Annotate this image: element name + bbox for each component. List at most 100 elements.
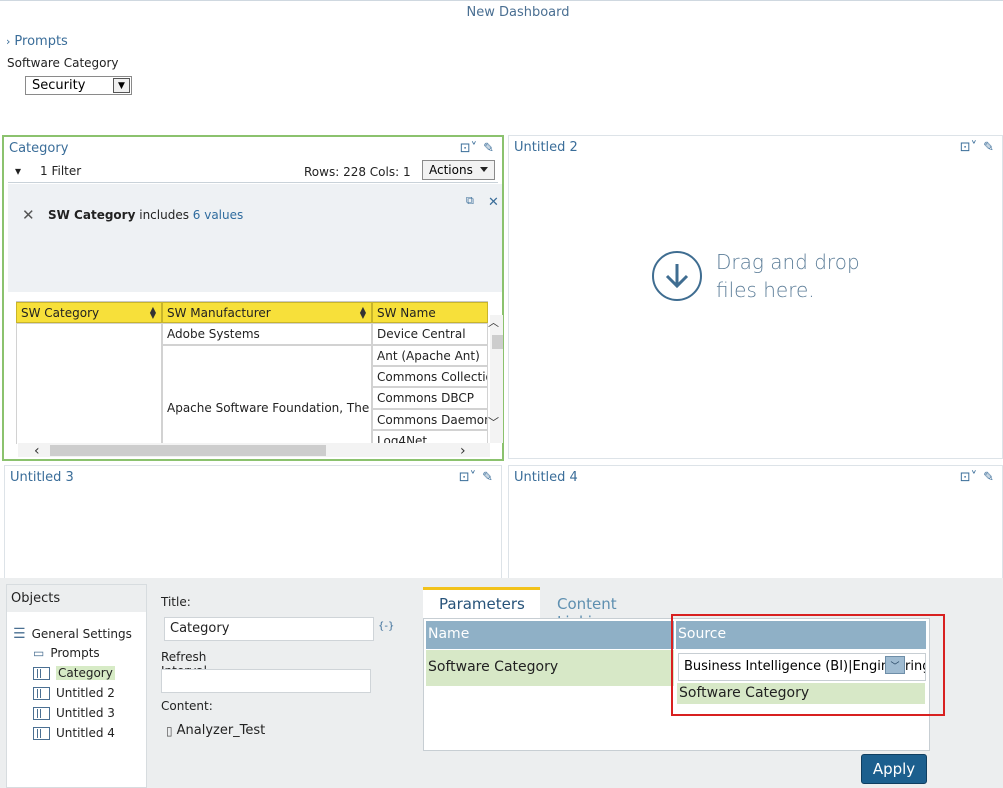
prompts-toggle-label: Prompts — [14, 34, 68, 49]
tree-item-general-settings[interactable]: ☰ General Settings — [13, 626, 132, 642]
tree-item-prompts[interactable]: ▭ Prompts — [33, 646, 100, 660]
popout-icon[interactable]: ⧉ — [466, 194, 474, 208]
filter-operator: includes — [135, 208, 193, 222]
grid-cell-name[interactable]: Commons Collectio — [372, 366, 488, 387]
download-arrow-icon — [652, 251, 702, 301]
grid-cell-name[interactable]: Device Central — [372, 323, 488, 345]
column-header-label: SW Name — [377, 306, 436, 320]
grid-cell-category[interactable] — [16, 323, 162, 444]
panel-layout-icon — [33, 706, 50, 720]
select-value: Security — [32, 78, 86, 93]
drop-zone-text: Drag and drop files here. — [716, 248, 860, 304]
prompts-toggle[interactable]: › Prompts — [6, 34, 68, 49]
apply-button[interactable]: Apply — [861, 754, 927, 784]
panel-untitled-3[interactable]: Untitled 3 ⊡˅ ✎ — [4, 465, 502, 579]
grid-cell-name[interactable]: Ant (Apache Ant) — [372, 345, 488, 366]
caret-down-icon[interactable]: ▾ — [15, 164, 21, 178]
column-header-sw-name[interactable]: SW Name — [372, 302, 488, 323]
tree-item-untitled-2[interactable]: Untitled 2 — [33, 686, 115, 700]
panel-title: Untitled 2 — [514, 140, 578, 155]
prompt-label: Software Category — [7, 56, 119, 70]
rows-cols-info: Rows: 228 Cols: 1 — [304, 165, 411, 179]
panel-tools: ⊡˅ ✎ — [460, 141, 494, 156]
edit-pencil-icon[interactable]: ✎ — [983, 140, 994, 155]
panel-menu-icon[interactable]: ⊡˅ — [960, 140, 977, 155]
edit-pencil-icon[interactable]: ✎ — [482, 470, 493, 485]
refresh-interval-input[interactable] — [161, 669, 371, 693]
tree-item-label: General Settings — [31, 627, 132, 641]
objects-panel: Objects ☰ General Settings ▭ Prompts Cat… — [6, 584, 147, 788]
content-file[interactable]: ▯ Analyzer_Test — [166, 723, 265, 738]
tree-item-category[interactable]: Category — [33, 666, 115, 680]
sort-icon[interactable]: ▲ ▼ — [150, 306, 156, 320]
panel-menu-icon[interactable]: ⊡˅ — [459, 470, 476, 485]
column-header-sw-manufacturer[interactable]: SW Manufacturer ▲ ▼ — [162, 302, 372, 323]
panel-title: Untitled 4 — [514, 470, 578, 485]
column-header-label: SW Manufacturer — [167, 306, 271, 320]
actions-button[interactable]: Actions — [422, 160, 495, 180]
grid-cell-name[interactable]: Log4Net — [372, 430, 488, 444]
filter-bar: ▾ 1 Filter Rows: 228 Cols: 1 Actions — [8, 159, 498, 183]
sort-icon[interactable]: ▲ ▼ — [360, 306, 366, 320]
content-label: Content: — [161, 699, 213, 713]
drop-text-line: files here. — [716, 278, 815, 302]
grid-cell-manufacturer[interactable]: Adobe Systems — [162, 323, 372, 345]
panel-tools: ⊡˅ ✎ — [459, 470, 493, 485]
tab-parameters[interactable]: Parameters — [423, 587, 540, 618]
filter-field: SW Category — [48, 208, 136, 222]
panel-category[interactable]: Category ⊡˅ ✎ ▾ 1 Filter Rows: 228 Cols:… — [2, 135, 504, 461]
panel-title: Category — [9, 141, 69, 156]
analyzer-grid[interactable]: SW Category ▲ ▼ SW Manufacturer ▲ ▼ SW Nam… — [16, 301, 488, 444]
panel-title: Untitled 3 — [10, 470, 74, 485]
horizontal-scroll-thumb[interactable] — [50, 445, 326, 456]
vertical-scroll-thumb[interactable] — [492, 335, 503, 349]
title-input[interactable]: Category — [164, 617, 374, 641]
grid-cell-manufacturer[interactable]: Apache Software Foundation, The — [162, 345, 372, 444]
chevron-down-icon[interactable]: ﹀ — [488, 414, 499, 430]
column-header-name: Name — [426, 621, 674, 649]
panel-tools: ⊡˅ ✎ — [960, 140, 994, 155]
chevron-up-icon[interactable]: ︿ — [488, 314, 499, 330]
panel-menu-icon[interactable]: ⊡˅ — [460, 141, 477, 156]
edit-pencil-icon[interactable]: ✎ — [483, 141, 494, 156]
grid-cell-name[interactable]: Commons Daemon — [372, 409, 488, 430]
content-file-name: Analyzer_Test — [176, 723, 266, 738]
grid-cell-name[interactable]: Commons DBCP — [372, 387, 488, 409]
panel-untitled-2[interactable]: Untitled 2 ⊡˅ ✎ Drag and drop files here… — [508, 135, 1003, 459]
tree-item-label: Untitled 4 — [56, 726, 115, 740]
panel-untitled-4[interactable]: Untitled 4 ⊡˅ ✎ — [508, 465, 1003, 579]
chevron-down-icon: ▼ — [113, 78, 130, 93]
filter-values-link[interactable]: 6 values — [193, 208, 243, 222]
top-border — [0, 0, 1003, 1]
filter-description: SW Category includes 6 values — [48, 208, 243, 222]
parameter-link-icon[interactable]: {-} — [378, 621, 394, 632]
remove-filter-icon[interactable]: ✕ — [22, 206, 35, 224]
objects-heading: Objects — [7, 585, 146, 612]
tree-item-untitled-3[interactable]: Untitled 3 — [33, 706, 115, 720]
column-header-label: SW Category — [21, 306, 100, 320]
parameter-name-cell: Software Category — [426, 650, 674, 686]
actions-label: Actions — [429, 163, 473, 177]
chevron-right-icon[interactable]: › — [460, 443, 466, 459]
panel-layout-icon — [33, 726, 50, 740]
prompt-form-icon: ▭ — [33, 646, 45, 660]
panel-tools: ⊡˅ ✎ — [960, 470, 994, 485]
panel-menu-icon[interactable]: ⊡˅ — [960, 470, 977, 485]
tree-item-label: Untitled 3 — [56, 706, 115, 720]
software-category-select[interactable]: Security ▼ — [25, 76, 132, 95]
tree-item-label: Untitled 2 — [56, 686, 115, 700]
page-title: New Dashboard — [466, 5, 570, 20]
chevron-right-icon: › — [6, 35, 11, 48]
column-header-sw-category[interactable]: SW Category ▲ ▼ — [16, 302, 162, 323]
sliders-icon: ☰ — [13, 626, 26, 642]
filter-area: ✕ SW Category includes 6 values ⧉ ✕ — [8, 184, 502, 292]
triangle-down-icon — [480, 167, 488, 172]
chevron-left-icon[interactable]: ‹ — [34, 443, 40, 459]
close-icon[interactable]: ✕ — [488, 195, 499, 210]
tree-item-label: Prompts — [50, 646, 100, 660]
tree-item-untitled-4[interactable]: Untitled 4 — [33, 726, 115, 740]
file-icon: ▯ — [166, 723, 173, 738]
filter-count[interactable]: 1 Filter — [40, 164, 81, 178]
panel-layout-icon — [33, 686, 50, 700]
edit-pencil-icon[interactable]: ✎ — [983, 470, 994, 485]
